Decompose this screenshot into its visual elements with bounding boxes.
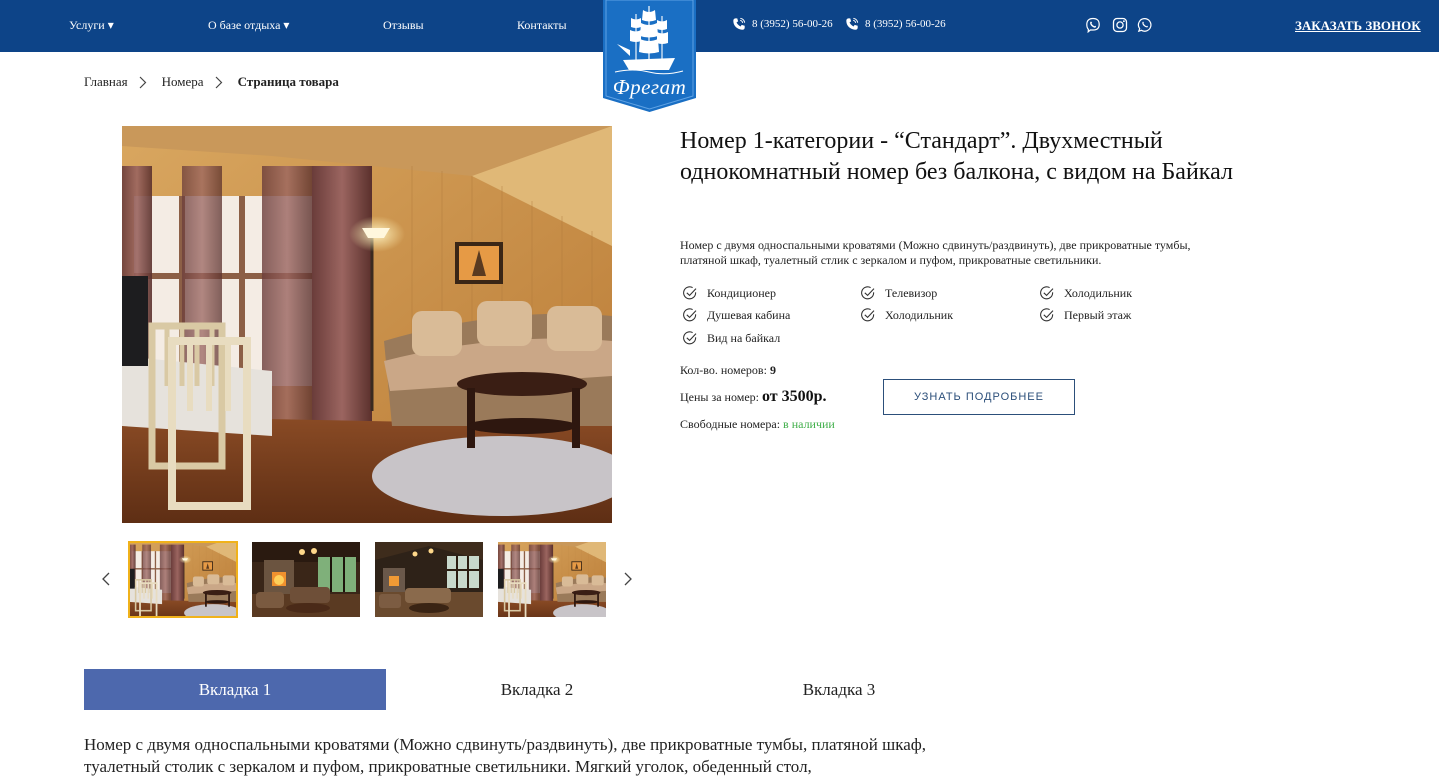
feature-item: Первый этаж xyxy=(1039,307,1131,323)
feature-label: Телевизор xyxy=(885,285,938,300)
feature-label: Первый этаж xyxy=(1064,307,1132,322)
chevron-right-icon[interactable] xyxy=(622,571,634,587)
product-description: Номер с двумя односпальными кроватями (М… xyxy=(680,238,1191,267)
room-price: Цены за номер: от 3500р. xyxy=(680,388,827,406)
tab-1[interactable]: Вкладка 1 xyxy=(84,669,386,710)
check-circle-icon xyxy=(860,307,876,323)
check-circle-icon xyxy=(860,285,876,301)
viber-icon[interactable] xyxy=(1085,17,1101,33)
check-circle-icon xyxy=(682,307,698,323)
thumbnail-3[interactable] xyxy=(375,542,483,617)
rooms-count: Кол-во. номеров: 9 xyxy=(680,363,776,378)
price-label: Цены за номер: xyxy=(680,390,759,404)
instagram-icon[interactable] xyxy=(1112,17,1128,33)
feature-label: Холодильник xyxy=(1064,285,1133,300)
breadcrumb-current: Страница товара xyxy=(237,74,339,89)
chevron-right-icon xyxy=(139,76,146,88)
tab-2[interactable]: Вкладка 2 xyxy=(386,669,688,710)
thumbnail-4[interactable] xyxy=(498,542,606,617)
breadcrumb: Главная Номера Страница товара xyxy=(84,74,339,90)
check-circle-icon xyxy=(682,285,698,301)
thumbnail-1[interactable] xyxy=(128,541,238,618)
check-circle-icon xyxy=(1039,307,1055,323)
breadcrumb-home[interactable]: Главная xyxy=(84,74,128,90)
price-value: от 3500р. xyxy=(762,388,827,405)
learn-more-button[interactable]: УЗНАТЬ ПОДРОБНЕЕ xyxy=(883,379,1075,415)
chevron-left-icon[interactable] xyxy=(100,571,112,587)
rooms-count-value: 9 xyxy=(769,363,776,377)
availability-status: в наличии xyxy=(783,417,835,431)
feature-label: Холодильник xyxy=(885,307,954,322)
availability-label: Свободные номера: xyxy=(680,417,781,431)
nav-services[interactable]: Услуги ▾ xyxy=(69,18,114,33)
tab-3[interactable]: Вкладка 3 xyxy=(688,669,990,710)
thumbnail-2[interactable] xyxy=(252,542,360,617)
feature-item: Холодильник xyxy=(860,307,953,323)
feature-item: Холодильник xyxy=(1039,285,1132,301)
main-room-photo xyxy=(122,126,612,523)
check-circle-icon xyxy=(682,330,698,346)
feature-item: Вид на байкал xyxy=(682,330,780,346)
feature-item: Кондиционер xyxy=(682,285,776,301)
phone-2[interactable]: 8 (3952) 56-00-26 xyxy=(845,17,946,31)
nav-about[interactable]: О базе отдыха ▾ xyxy=(208,18,289,33)
nav-contacts[interactable]: Контакты xyxy=(517,18,567,33)
whatsapp-icon[interactable] xyxy=(1137,17,1153,33)
rooms-count-label: Кол-во. номеров: xyxy=(680,363,767,377)
product-title: Номер 1-категории - “Стандарт”. Двухмест… xyxy=(680,128,1233,185)
breadcrumb-rooms[interactable]: Номера xyxy=(162,74,204,90)
callback-link[interactable]: ЗАКАЗАТЬ ЗВОНОК xyxy=(1295,18,1421,34)
top-navigation-bar: Услуги ▾ О базе отдыха ▾ Отзывы Контакты… xyxy=(0,0,1439,52)
feature-label: Душевая кабина xyxy=(707,307,791,322)
nav-reviews[interactable]: Отзывы xyxy=(383,18,424,33)
availability: Свободные номера: в наличии xyxy=(680,417,835,432)
check-circle-icon xyxy=(1039,285,1055,301)
logo[interactable]: Фрегат xyxy=(603,0,696,112)
feature-label: Вид на байкал xyxy=(707,330,781,345)
phone-icon xyxy=(845,17,859,31)
feature-label: Кондиционер xyxy=(707,285,776,300)
phone-number: 8 (3952) 56-00-26 xyxy=(865,18,946,30)
phone-number: 8 (3952) 56-00-26 xyxy=(752,18,833,30)
feature-item: Телевизор xyxy=(860,285,937,301)
phone-icon xyxy=(732,17,746,31)
tab-content-text: Номер с двумя односпальными кроватями (М… xyxy=(84,735,927,776)
phone-1[interactable]: 8 (3952) 56-00-26 xyxy=(732,17,833,31)
feature-item: Душевая кабина xyxy=(682,307,790,323)
chevron-right-icon xyxy=(215,76,222,88)
logo-text: Фрегат xyxy=(612,75,687,99)
